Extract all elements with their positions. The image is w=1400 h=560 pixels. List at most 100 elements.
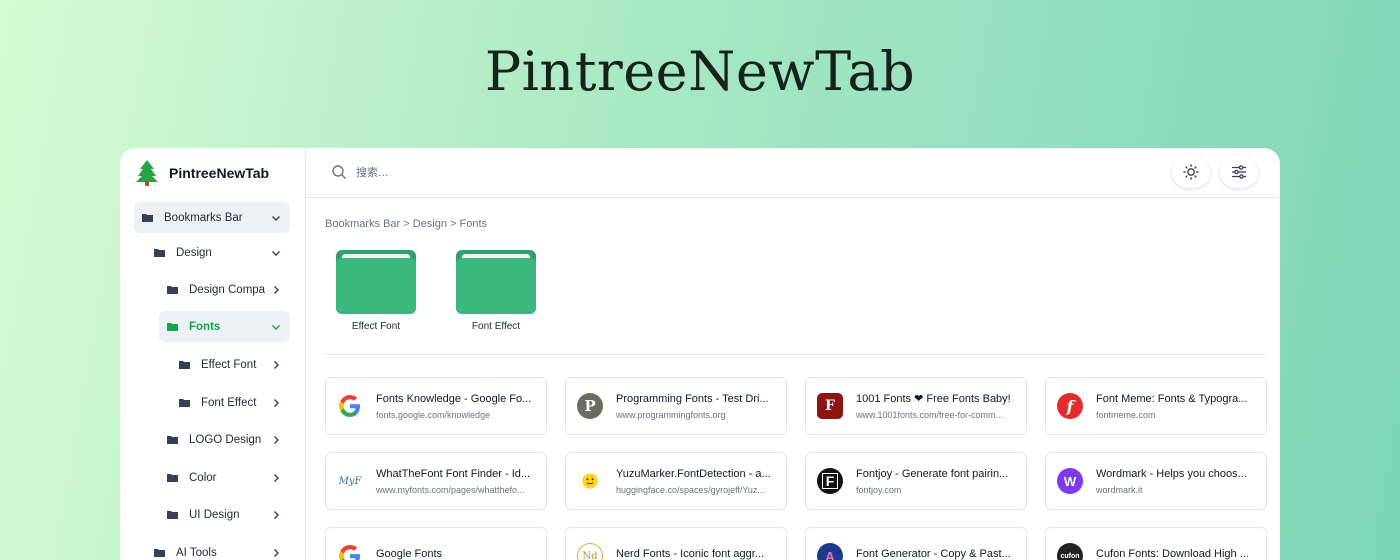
- bookmark-title: Nerd Fonts - Iconic font aggr...: [616, 547, 764, 560]
- main-content: Bookmarks Bar > Design > Fonts Effect Fo…: [306, 148, 1280, 560]
- sidebar-item-effect-font[interactable]: Effect Font: [171, 349, 290, 380]
- brand[interactable]: PintreeNewTab: [120, 148, 305, 198]
- chevron-right-icon: [274, 360, 279, 369]
- bookmark-url: www.1001fonts.com/free-for-comm...: [856, 410, 1004, 420]
- folder-label: Effect Font: [351, 321, 401, 332]
- bookmark-url: fonts.google.com/knowledge: [376, 409, 491, 420]
- app-window: PintreeNewTab Bookmarks Bar Design Desig…: [120, 148, 1280, 560]
- chevron-right-icon: [274, 548, 279, 557]
- brand-name: PintreeNewTab: [169, 165, 270, 181]
- sidebar: PintreeNewTab Bookmarks Bar Design Desig…: [120, 148, 306, 560]
- fontjoy-icon: F: [817, 468, 843, 494]
- nerdfonts-icon: Nd: [577, 543, 603, 560]
- fontgenerator-icon: A: [817, 543, 843, 560]
- huggingface-icon: [577, 468, 603, 494]
- folder-icon: [179, 399, 190, 407]
- bookmark-card[interactable]: f Font Meme: Fonts & Typogra... fontmeme…: [1045, 377, 1267, 435]
- bookmark-title: 1001 Fonts ❤ Free Fonts Baby!: [856, 393, 1011, 405]
- sidebar-item-logo-design[interactable]: LOGO Design: [159, 424, 290, 455]
- bookmark-card[interactable]: Nd Nerd Fonts - Iconic font aggr...: [565, 527, 787, 560]
- bookmark-url: www.programmingfonts.org: [616, 409, 726, 420]
- sidebar-item-bookmarks-bar[interactable]: Bookmarks Bar: [134, 202, 290, 233]
- bookmark-card[interactable]: cufon Cufon Fonts: Download High ...: [1045, 527, 1267, 560]
- folder-label: Font Effect: [471, 321, 521, 332]
- bookmark-card[interactable]: W Wordmark - Helps you choos... wordmark…: [1045, 452, 1267, 510]
- chevron-right-icon: [274, 473, 279, 482]
- bookmark-url: wordmark.it: [1096, 484, 1143, 495]
- sidebar-item-label: Bookmarks Bar: [164, 211, 243, 224]
- sidebar-item-fonts[interactable]: Fonts: [159, 311, 290, 342]
- cufonfonts-icon: cufon: [1057, 543, 1083, 560]
- bookmark-url: www.myfonts.com/pages/whatthefo...: [376, 484, 525, 495]
- sidebar-item-design-compa[interactable]: Design Compa: [159, 274, 290, 305]
- bookmark-card[interactable]: YuzuMarker.FontDetection - a... huggingf…: [565, 452, 787, 510]
- hero-title: PintreeNewTab: [484, 40, 916, 103]
- sliders-icon: [1231, 165, 1247, 179]
- folder-card[interactable]: Font Effect: [455, 250, 537, 332]
- 1001fonts-icon: F: [817, 393, 843, 419]
- folder-icon: [456, 250, 536, 314]
- sidebar-item-ai-tools[interactable]: AI Tools: [146, 537, 290, 560]
- bookmark-title: YuzuMarker.FontDetection - a...: [616, 467, 771, 480]
- bookmark-title: Fontjoy - Generate font pairin...: [856, 467, 1009, 480]
- folder-icon: [336, 250, 416, 314]
- folder-icon: [154, 249, 165, 257]
- bookmark-card[interactable]: F 1001 Fonts ❤ Free Fonts Baby! www.1001…: [805, 377, 1027, 435]
- chevron-down-icon: [272, 250, 280, 256]
- fontmeme-icon: f: [1057, 393, 1083, 419]
- top-bar: [306, 148, 1280, 198]
- sidebar-item-font-effect[interactable]: Font Effect: [171, 387, 290, 418]
- google-icon: [337, 543, 363, 560]
- folder-icon: [167, 286, 178, 294]
- bookmark-title: Font Meme: Fonts & Typogra...: [1096, 392, 1248, 405]
- folder-icon: [142, 214, 153, 222]
- folder-icon: [167, 474, 178, 482]
- bookmark-card[interactable]: A Font Generator - Copy & Past...: [805, 527, 1027, 560]
- programmingfonts-icon: P: [577, 393, 603, 419]
- sidebar-item-label: UI Design: [189, 508, 240, 521]
- bookmark-url: fontmeme.com: [1096, 409, 1156, 420]
- breadcrumb: Bookmarks Bar > Design > Fonts: [325, 218, 488, 230]
- sidebar-item-label: AI Tools: [176, 546, 217, 559]
- bookmark-title: WhatTheFont Font Finder - Id...: [376, 467, 531, 480]
- sidebar-item-label: Effect Font: [201, 358, 257, 371]
- sidebar-item-label: Design: [176, 246, 212, 259]
- bookmark-title: Fonts Knowledge - Google Fo...: [376, 392, 532, 405]
- chevron-right-icon: [274, 510, 279, 519]
- sidebar-item-label: Font Effect: [201, 396, 257, 409]
- sidebar-item-label: LOGO Design: [189, 433, 262, 446]
- folder-icon: [179, 361, 190, 369]
- bookmark-card[interactable]: MyF WhatTheFont Font Finder - Id... www.…: [325, 452, 547, 510]
- chevron-right-icon: [274, 285, 279, 294]
- sidebar-item-label: Fonts: [189, 320, 221, 333]
- bookmark-title: Programming Fonts - Test Dri...: [616, 392, 769, 405]
- section-divider: [325, 354, 1266, 355]
- sidebar-item-label: Design Compa: [189, 283, 266, 296]
- chevron-right-icon: [274, 398, 279, 407]
- sidebar-item-design[interactable]: Design: [146, 237, 290, 268]
- folder-icon: [167, 511, 178, 519]
- bookmark-card[interactable]: P Programming Fonts - Test Dri... www.pr…: [565, 377, 787, 435]
- wordmark-icon: W: [1057, 468, 1083, 494]
- bookmark-title: Google Fonts: [376, 547, 443, 560]
- chevron-right-icon: [274, 435, 279, 444]
- bookmark-card[interactable]: Fonts Knowledge - Google Fo... fonts.goo…: [325, 377, 547, 435]
- chevron-down-icon: [272, 215, 280, 221]
- folder-icon: [154, 549, 165, 557]
- settings-button[interactable]: [1220, 156, 1258, 188]
- search-input[interactable]: [356, 161, 756, 183]
- bookmark-card[interactable]: Google Fonts: [325, 527, 547, 560]
- bookmark-url: fontjoy.com: [856, 484, 902, 495]
- sidebar-item-color[interactable]: Color: [159, 462, 290, 493]
- folder-icon: [167, 436, 178, 444]
- bookmark-title: Font Generator - Copy & Past...: [856, 547, 1011, 560]
- myfonts-icon: MyF: [338, 475, 362, 487]
- search-icon: [332, 165, 346, 179]
- theme-toggle-button[interactable]: [1172, 156, 1210, 188]
- google-icon: [337, 393, 363, 419]
- folder-card[interactable]: Effect Font: [335, 250, 417, 332]
- bookmark-title: Cufon Fonts: Download High ...: [1096, 547, 1249, 560]
- sidebar-item-ui-design[interactable]: UI Design: [159, 499, 290, 530]
- bookmark-card[interactable]: F Fontjoy - Generate font pairin... font…: [805, 452, 1027, 510]
- sun-icon: [1183, 164, 1199, 180]
